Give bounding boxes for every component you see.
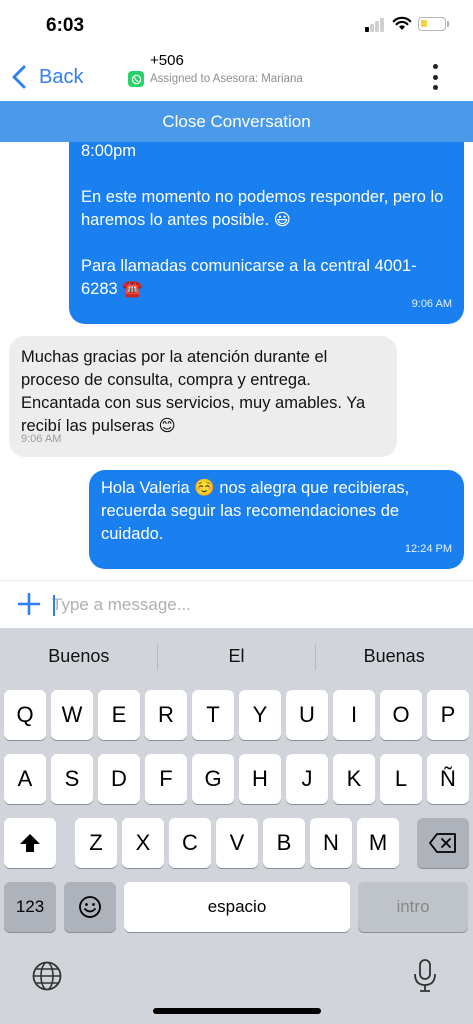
key-s[interactable]: S <box>51 754 93 804</box>
home-indicator <box>153 1008 321 1014</box>
key-x[interactable]: X <box>122 818 164 868</box>
message-composer <box>0 580 473 628</box>
key-t[interactable]: T <box>192 690 234 740</box>
emoji-key[interactable] <box>64 882 116 932</box>
numbers-key[interactable]: 123 <box>4 882 56 932</box>
close-conversation-button[interactable]: Close Conversation <box>0 101 473 142</box>
key-g[interactable]: G <box>192 754 234 804</box>
text-cursor <box>53 595 55 616</box>
microphone-icon[interactable] <box>413 959 437 993</box>
key-w[interactable]: W <box>51 690 93 740</box>
message-timestamp: 9:06 AM <box>21 433 62 445</box>
key-p[interactable]: P <box>427 690 469 740</box>
key-enye[interactable]: Ñ <box>427 754 469 804</box>
key-b[interactable]: B <box>263 818 305 868</box>
return-key[interactable]: intro <box>358 882 468 932</box>
status-bar: 6:03 <box>0 0 473 50</box>
key-u[interactable]: U <box>286 690 328 740</box>
message-text: Muchas gracias por la atención durante e… <box>21 348 366 435</box>
more-options-icon[interactable] <box>427 64 443 90</box>
back-button[interactable]: Back <box>9 62 83 92</box>
chevron-left-icon <box>12 65 26 89</box>
suggestion-bar: Buenos El Buenas <box>0 628 473 684</box>
key-o[interactable]: O <box>380 690 422 740</box>
suggestion-item[interactable]: Buenos <box>0 628 158 684</box>
space-key[interactable]: espacio <box>124 882 350 932</box>
shift-arrow-icon <box>20 834 40 852</box>
suggestion-divider <box>315 644 316 670</box>
message-list[interactable]: 8:00pm En este momento no podemos respon… <box>0 142 473 580</box>
message-timestamp: 9:06 AM <box>411 298 452 310</box>
backspace-icon <box>429 833 456 853</box>
message-text: Hola Valeria ☺️ nos alegra que recibiera… <box>101 479 410 543</box>
assignment-info: Assigned to Asesora: Mariana <box>128 71 303 87</box>
globe-icon[interactable] <box>31 960 63 992</box>
key-c[interactable]: C <box>169 818 211 868</box>
battery-icon <box>418 17 446 31</box>
message-text: Para llamadas comunicarse a la central 4… <box>81 257 417 298</box>
key-l[interactable]: L <box>380 754 422 804</box>
back-label: Back <box>39 65 84 88</box>
shift-key[interactable] <box>4 818 56 868</box>
key-e[interactable]: E <box>98 690 140 740</box>
add-attachment-icon[interactable] <box>18 593 40 615</box>
key-v[interactable]: V <box>216 818 258 868</box>
key-m[interactable]: M <box>357 818 399 868</box>
message-bubble-outgoing: Hola Valeria ☺️ nos alegra que recibiera… <box>89 470 464 569</box>
suggestion-item[interactable]: Buenas <box>315 628 473 684</box>
message-input[interactable] <box>52 591 452 619</box>
backspace-key[interactable] <box>417 818 469 868</box>
key-h[interactable]: H <box>239 754 281 804</box>
assigned-agent-text: Assigned to Asesora: Mariana <box>150 73 303 85</box>
message-text: En este momento no podemos responder, pe… <box>81 188 444 229</box>
key-i[interactable]: I <box>333 690 375 740</box>
key-d[interactable]: D <box>98 754 140 804</box>
key-q[interactable]: Q <box>4 690 46 740</box>
status-time: 6:03 <box>46 15 85 36</box>
key-a[interactable]: A <box>4 754 46 804</box>
key-f[interactable]: F <box>145 754 187 804</box>
conversation-header: Back +506 Assigned to Asesora: Mariana <box>0 50 473 101</box>
battery-tip <box>447 21 449 27</box>
message-timestamp: 12:24 PM <box>404 543 452 555</box>
key-r[interactable]: R <box>145 690 187 740</box>
key-j[interactable]: J <box>286 754 328 804</box>
suggestion-divider <box>157 644 158 670</box>
whatsapp-icon <box>128 71 144 87</box>
contact-phone: +506 <box>150 52 184 69</box>
message-text: 8:00pm <box>81 142 137 160</box>
key-n[interactable]: N <box>310 818 352 868</box>
message-bubble-incoming: Muchas gracias por la atención durante e… <box>9 336 397 457</box>
suggestion-item[interactable]: El <box>158 628 316 684</box>
wifi-icon <box>392 16 412 30</box>
key-k[interactable]: K <box>333 754 375 804</box>
emoji-icon <box>79 896 101 918</box>
message-bubble-outgoing: 8:00pm En este momento no podemos respon… <box>69 142 464 324</box>
key-z[interactable]: Z <box>75 818 117 868</box>
onscreen-keyboard: Buenos El Buenas Q W E R T Y U I O P A S… <box>0 628 473 1024</box>
signal-icon <box>365 18 385 32</box>
key-y[interactable]: Y <box>239 690 281 740</box>
